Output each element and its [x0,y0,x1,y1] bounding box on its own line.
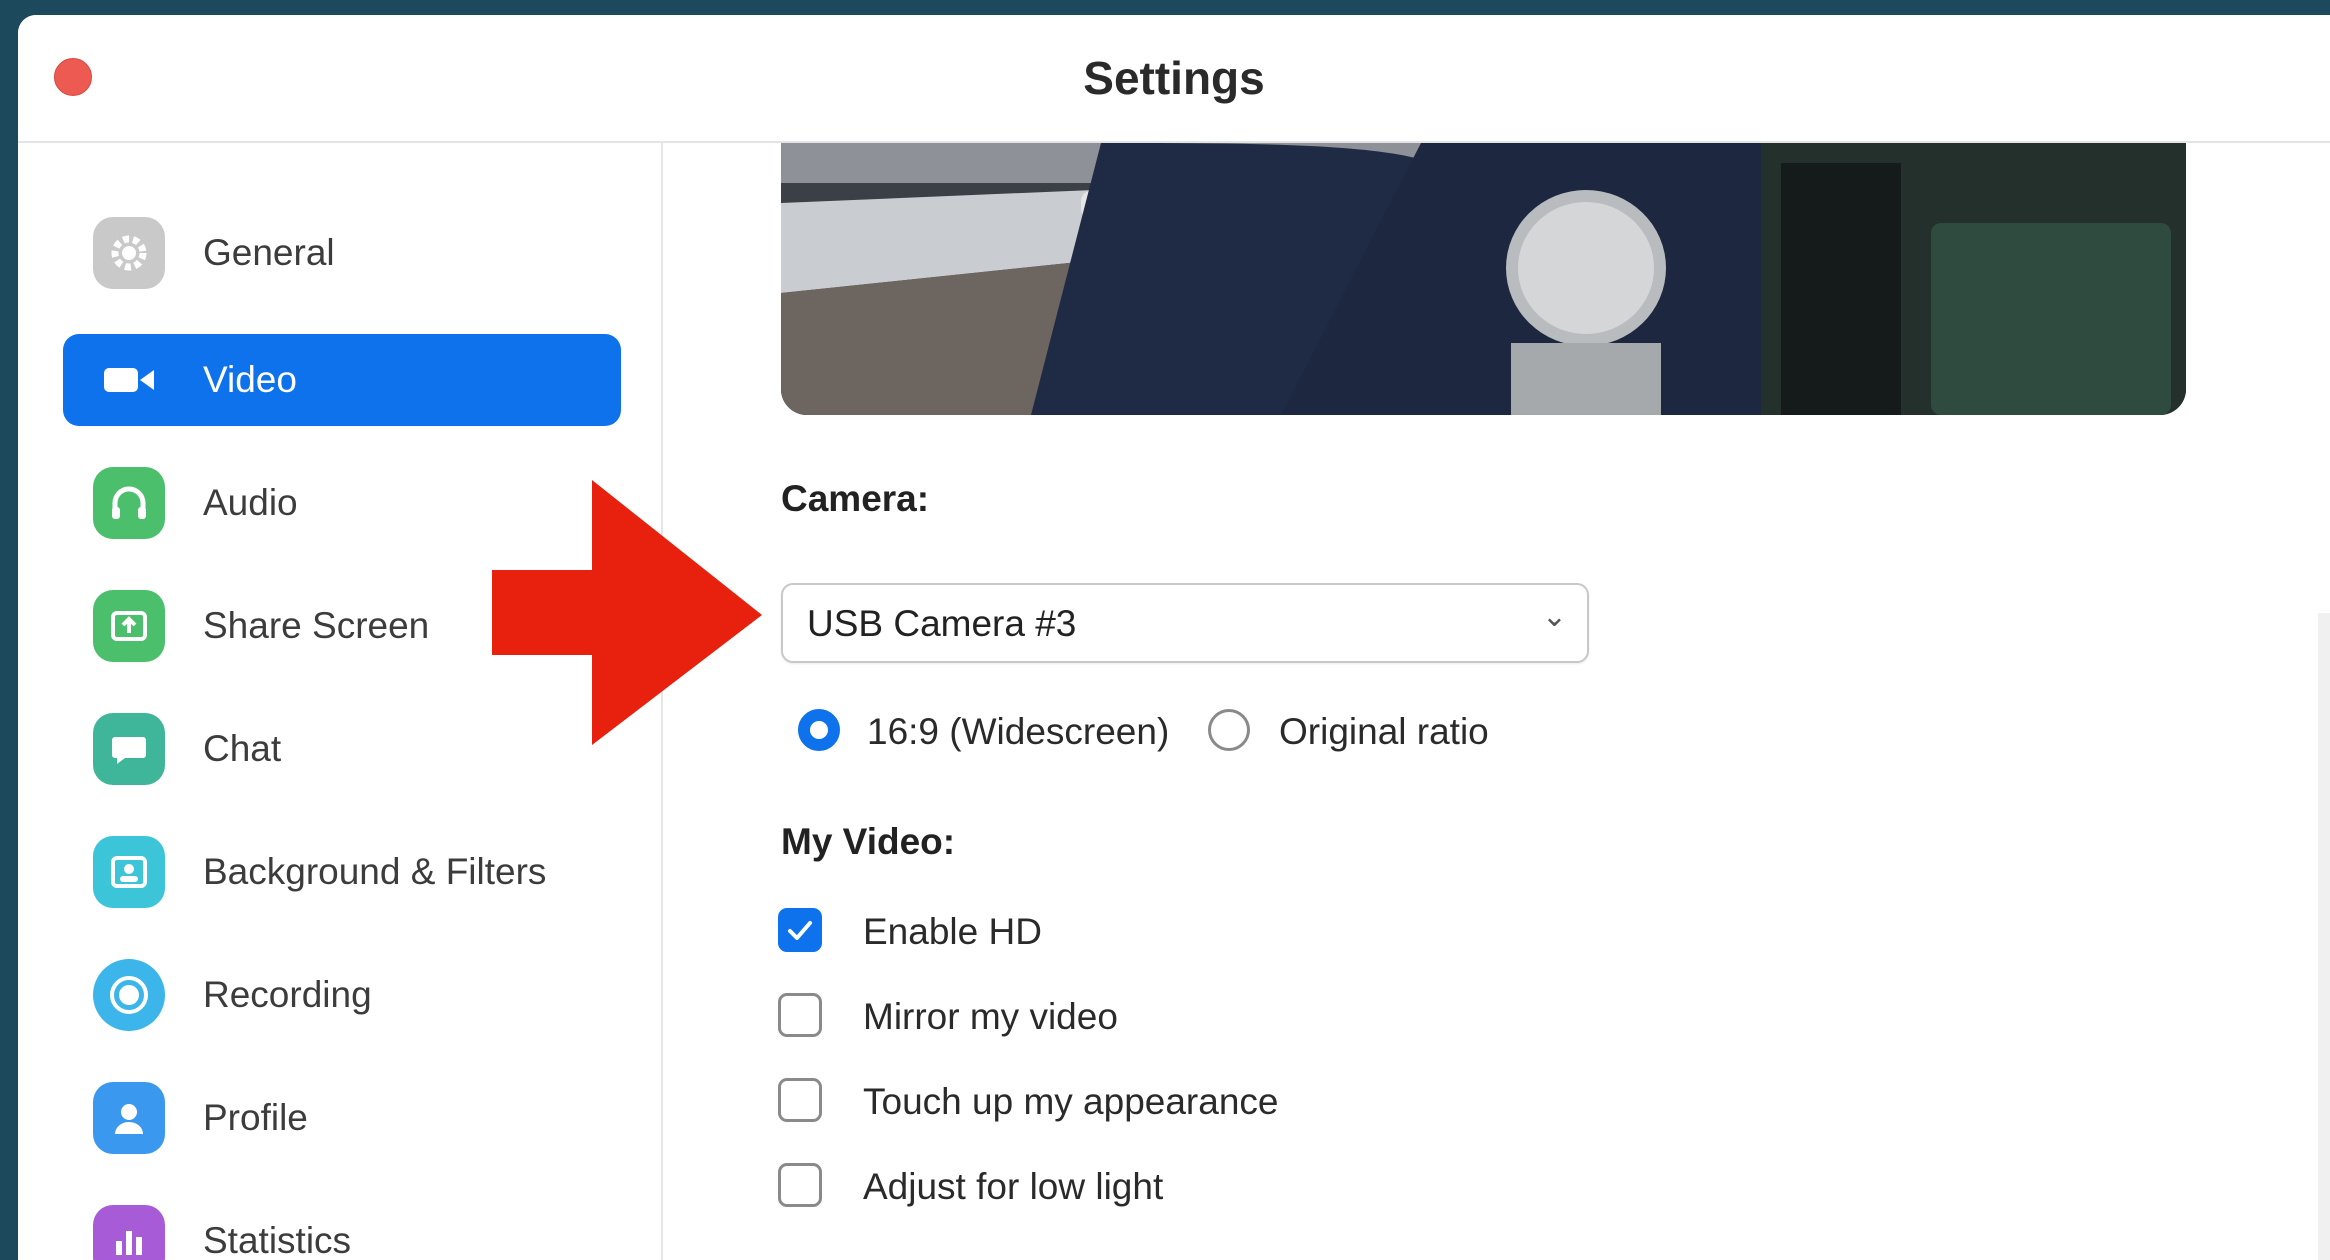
gear-icon [93,217,165,289]
video-camera-icon [93,344,165,416]
window-title: Settings [1083,52,1265,104]
sidebar-item-background-filters[interactable]: Background & Filters [63,826,621,918]
chat-bubble-icon [93,713,165,785]
headphones-icon [93,467,165,539]
camera-section-label: Camera: [781,478,930,519]
title-bar: Settings [18,15,2330,143]
ratio-widescreen-radio[interactable] [798,709,840,751]
ratio-original-radio[interactable] [1208,709,1250,751]
bar-chart-icon [93,1205,165,1260]
sidebar-item-label: Recording [203,974,372,1015]
camera-select-value: USB Camera #3 [807,603,1077,644]
sidebar-item-label: Chat [203,728,282,769]
sidebar-item-profile[interactable]: Profile [63,1072,621,1164]
sidebar-item-general[interactable]: General [63,207,621,299]
low-light-checkbox[interactable] [778,1163,822,1207]
ratio-original-label: Original ratio [1279,711,1489,752]
chevron-down-icon: ⌄ [1541,600,1567,633]
sidebar-item-statistics[interactable]: Statistics [63,1195,621,1260]
sidebar-item-label: Share Screen [203,605,430,646]
background-icon [93,836,165,908]
my-video-section-label: My Video: [781,821,956,862]
video-settings-panel: Camera: USB Camera #3 ⌄ 16:9 (Widescreen… [663,143,2330,1260]
sidebar-item-label: Profile [203,1097,308,1138]
red-arrow-annotation [492,480,762,745]
scrollbar[interactable] [2318,613,2330,1260]
profile-icon [93,1082,165,1154]
sidebar-item-label: Video [203,359,297,400]
camera-select[interactable]: USB Camera #3 ⌄ [781,583,1589,663]
sidebar-item-recording[interactable]: Recording [63,949,621,1041]
mirror-video-checkbox[interactable] [778,993,822,1037]
touch-up-label: Touch up my appearance [863,1081,1279,1122]
sidebar-item-video[interactable]: Video [63,334,621,426]
settings-window: Settings General Video Audio Share Scree… [18,15,2330,1260]
share-screen-icon [93,590,165,662]
sidebar-item-label: Background & Filters [203,851,547,892]
record-icon [93,959,165,1031]
ratio-widescreen-label: 16:9 (Widescreen) [867,711,1170,752]
enable-hd-label: Enable HD [863,911,1042,952]
sidebar-item-label: General [203,232,335,273]
checkmark-icon [788,921,812,940]
enable-hd-checkbox[interactable] [778,908,822,952]
touch-up-checkbox[interactable] [778,1078,822,1122]
mirror-video-label: Mirror my video [863,996,1118,1037]
sidebar-item-label: Statistics [203,1220,352,1260]
sidebar-item-label: Audio [203,482,298,523]
camera-preview [781,143,2186,415]
low-light-label: Adjust for low light [863,1166,1164,1207]
